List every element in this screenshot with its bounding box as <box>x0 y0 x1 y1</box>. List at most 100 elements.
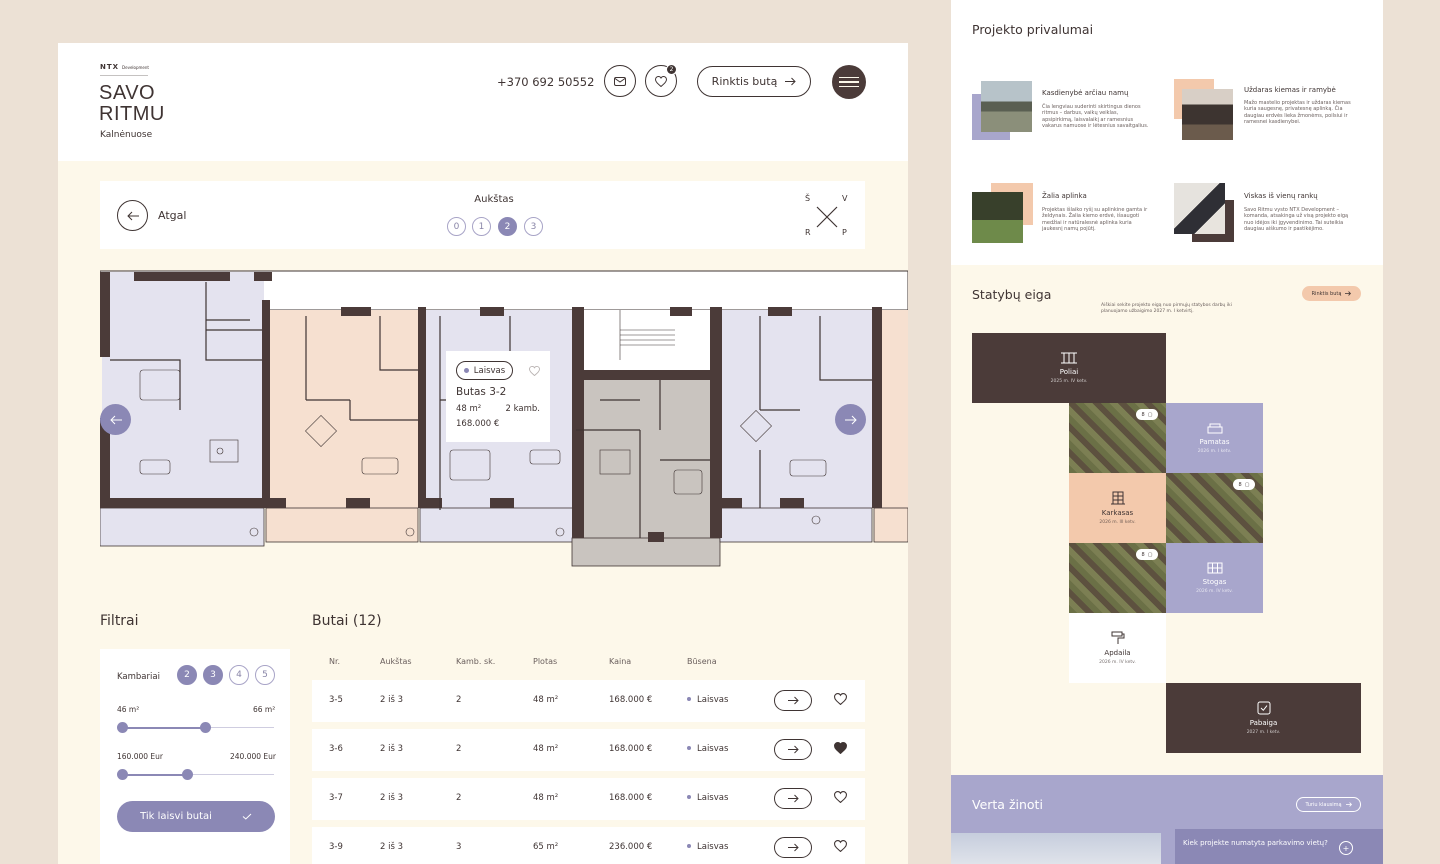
area-slider[interactable] <box>117 722 274 733</box>
price-slider[interactable] <box>117 769 274 780</box>
heart-icon[interactable] <box>529 365 540 376</box>
free-only-toggle[interactable]: Tik laisvi butai <box>117 801 275 832</box>
stage-tile[interactable]: Apdaila 2026 m. IV ketv. <box>1069 613 1166 683</box>
stage-tile[interactable]: Stogas 2026 m. IV ketv. <box>1166 543 1263 613</box>
col-status[interactable]: Būsena <box>687 657 717 666</box>
col-rooms[interactable]: Kamb. sk. <box>456 657 495 666</box>
open-apartment-button[interactable] <box>774 788 812 809</box>
rooms-option-5[interactable]: 5 <box>255 665 275 685</box>
choose-apartment-button[interactable]: Rinktis butą <box>1302 286 1361 301</box>
unit-4[interactable] <box>571 370 721 567</box>
stage-tile[interactable]: Karkasas 2026 m. III ketv. <box>1069 473 1166 543</box>
open-apartment-button[interactable] <box>774 837 812 858</box>
advantage-desc: Savo Ritmu vysto NTX Development – koman… <box>1244 207 1349 232</box>
arrow-right-icon <box>1345 802 1352 807</box>
table-row[interactable]: 3-9 2 iš 3 3 65 m² 236.000 € Laisvas <box>312 827 865 864</box>
advantage-title: Uždaras kiemas ir ramybė <box>1244 86 1336 94</box>
open-apartment-button[interactable] <box>774 690 812 711</box>
compass-icon <box>816 206 838 228</box>
back-button[interactable] <box>117 200 148 231</box>
compass-west: R <box>805 228 811 237</box>
faq-title: Verta žinoti <box>972 797 1043 812</box>
heart-icon[interactable] <box>834 693 847 705</box>
filters-panel: Kambariai 2 3 4 5 46 m² 66 m² 160.000 Eu… <box>100 649 290 864</box>
price-slider-max-handle[interactable] <box>182 769 193 780</box>
stage-photo[interactable]: 8 ▢ <box>1069 543 1166 613</box>
apartments-title: Butai (12) <box>312 613 382 629</box>
phone-link[interactable]: +370 692 50552 <box>497 75 594 89</box>
col-nr[interactable]: Nr. <box>329 657 340 666</box>
ask-question-button[interactable]: Turiu klausimą <box>1296 797 1361 812</box>
construction-intro: Aiškiai sekite projekto eigą nuo pirmųjų… <box>1101 303 1232 315</box>
area-slider-max-handle[interactable] <box>200 722 211 733</box>
compass-south: P <box>842 228 847 237</box>
project-location: Kalnėnuose <box>100 130 153 140</box>
stage-tile[interactable]: Pamatas 2026 m. I ketv. <box>1166 403 1263 473</box>
project-logo[interactable]: SAVO RITMU <box>99 83 165 125</box>
piles-icon <box>1061 352 1077 364</box>
arrow-right-icon <box>787 745 799 754</box>
advantages-title: Projekto privalumai <box>972 22 1094 37</box>
plan-prev-button[interactable] <box>100 404 131 435</box>
rooms-option-2[interactable]: 2 <box>177 665 197 685</box>
menu-button[interactable] <box>832 65 866 99</box>
floor-button-1[interactable]: 1 <box>472 217 491 236</box>
construction-title: Statybų eiga <box>972 287 1052 302</box>
apartment-area: 48 m² <box>456 404 482 414</box>
arrow-right-icon <box>787 843 799 852</box>
advantage-image <box>1174 183 1225 234</box>
unit-2[interactable] <box>265 310 419 543</box>
choose-apartment-button[interactable]: Rinktis butą <box>697 66 811 97</box>
logo-divider <box>100 75 148 76</box>
advantage-image <box>972 192 1023 243</box>
advantage-title: Žalia aplinka <box>1042 192 1087 200</box>
col-area[interactable]: Plotas <box>533 657 557 666</box>
advantage-image <box>981 81 1032 132</box>
price-slider-min-handle[interactable] <box>117 769 128 780</box>
heart-icon[interactable] <box>834 840 847 852</box>
floor-button-2[interactable]: 2 <box>498 217 517 236</box>
floor-button-0[interactable]: 0 <box>447 217 466 236</box>
back-label[interactable]: Atgal <box>158 209 186 222</box>
open-apartment-button[interactable] <box>774 739 812 760</box>
status-badge: Laisvas <box>456 361 513 380</box>
check-box-icon <box>1257 701 1270 715</box>
main-panel: NTX Development SAVO RITMU Kalnėnuose +37… <box>58 43 908 864</box>
arrow-left-icon <box>109 415 122 424</box>
compass-north: Š <box>805 194 811 203</box>
plan-next-button[interactable] <box>835 404 866 435</box>
faq-item[interactable]: Kiek projekte numatyta parkavimo vietų? … <box>1175 829 1383 864</box>
col-floor[interactable]: Aukštas <box>380 657 412 666</box>
price-min-label: 160.000 Eur <box>117 752 163 761</box>
arrow-right-icon <box>844 415 857 424</box>
construction-section: Statybų eiga Aiškiai sekite projekto eig… <box>951 265 1383 775</box>
favorites-count-badge: 2 <box>666 64 677 75</box>
advantage-desc: Mažo mastelio projektas ir uždaras kiema… <box>1244 100 1351 125</box>
table-row[interactable]: 3-6 2 iš 3 2 48 m² 168.000 € Laisvas <box>312 729 865 771</box>
stage-tile[interactable]: Pabaiga 2027 m. I ketv. <box>1166 683 1361 753</box>
stage-photo[interactable]: 8 ▢ <box>1069 403 1166 473</box>
rooms-option-3[interactable]: 3 <box>203 665 223 685</box>
arrow-left-icon <box>126 211 139 220</box>
brand-logo[interactable]: NTX Development <box>100 63 149 71</box>
table-row[interactable]: 3-5 2 iš 3 2 48 m² 168.000 € Laisvas <box>312 680 865 722</box>
heart-icon[interactable] <box>834 791 847 803</box>
table-row[interactable]: 3-7 2 iš 3 2 48 m² 168.000 € Laisvas <box>312 778 865 820</box>
floor-title: Aukštas <box>474 194 514 205</box>
stage-photo[interactable]: 8 ▢ <box>1166 473 1263 543</box>
floor-button-3[interactable]: 3 <box>524 217 543 236</box>
apartment-name: Butas 3-2 <box>456 386 507 398</box>
heart-filled-icon[interactable] <box>834 742 847 754</box>
email-button[interactable] <box>604 65 636 97</box>
check-icon <box>242 813 252 820</box>
area-slider-min-handle[interactable] <box>117 722 128 733</box>
arrow-right-icon <box>1345 291 1352 296</box>
faq-section: Verta žinoti Turiu klausimą Kiek projekt… <box>951 775 1383 864</box>
col-price[interactable]: Kaina <box>609 657 631 666</box>
apartment-tooltip[interactable]: Laisvas Butas 3-2 48 m² 2 kamb. 168.000 € <box>446 351 550 442</box>
header: NTX Development SAVO RITMU Kalnėnuose +37… <box>58 43 908 161</box>
price-max-label: 240.000 Eur <box>230 752 276 761</box>
rooms-option-4[interactable]: 4 <box>229 665 249 685</box>
stage-tile[interactable]: Poliai 2025 m. IV ketv. <box>972 333 1166 403</box>
faq-image <box>951 833 1161 864</box>
